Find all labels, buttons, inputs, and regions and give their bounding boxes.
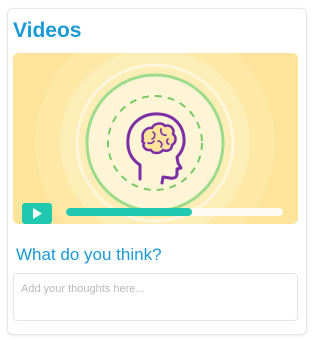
play-icon xyxy=(33,208,42,219)
widget-title: Videos xyxy=(13,19,82,42)
video-progress-fill xyxy=(66,208,192,216)
feedback-question: What do you think? xyxy=(16,245,162,264)
video-progress-bar[interactable] xyxy=(66,208,283,216)
thoughts-input[interactable] xyxy=(13,273,298,321)
video-thumbnail xyxy=(13,53,298,224)
play-button[interactable] xyxy=(22,203,52,224)
video-player[interactable] xyxy=(13,53,298,224)
